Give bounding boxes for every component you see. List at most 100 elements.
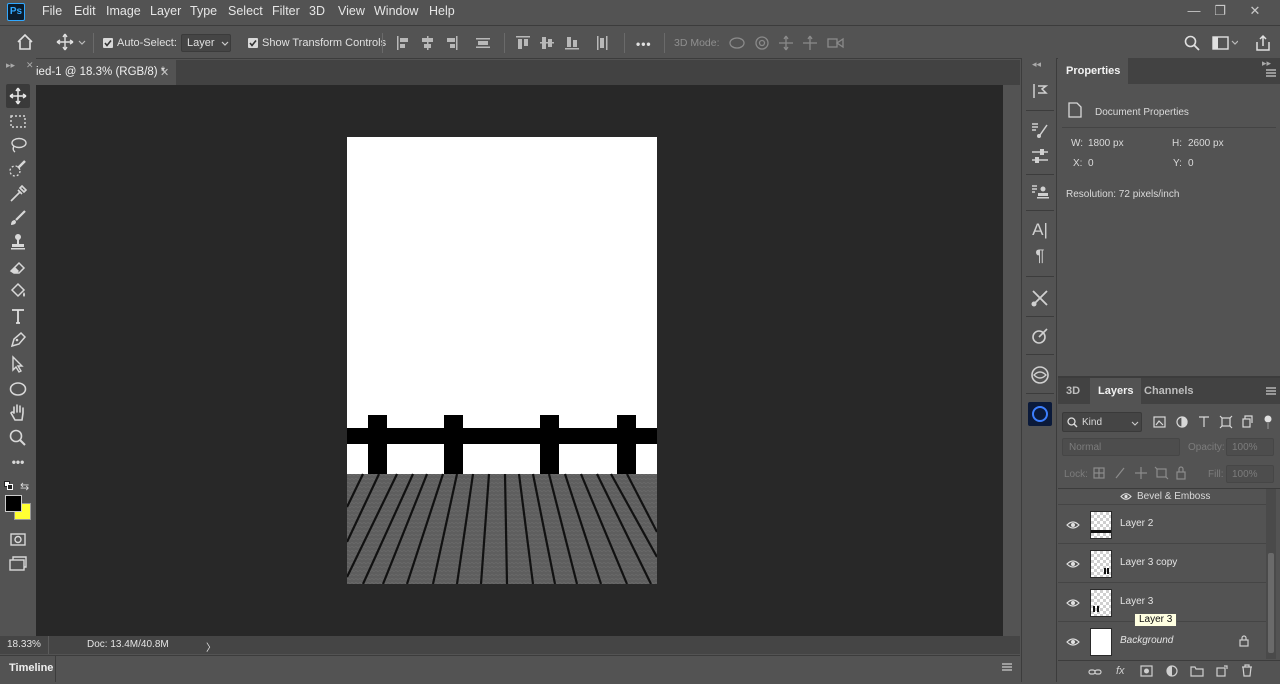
auto-select-checkbox[interactable] — [103, 38, 113, 48]
restore-icon[interactable]: ❐ — [1208, 2, 1232, 20]
zoom-tool-icon[interactable] — [6, 426, 30, 450]
eye-icon[interactable] — [1066, 557, 1080, 571]
tab-channels[interactable]: Channels — [1136, 378, 1202, 404]
document-tab[interactable]: ied-1 @ 18.3% (RGB/8) * ✕ — [36, 60, 176, 85]
canvas-area[interactable] — [36, 85, 1003, 636]
tool-presets-icon[interactable] — [1028, 286, 1052, 310]
paragraph-icon[interactable]: ¶ — [1028, 246, 1052, 270]
fill-field[interactable]: 100% — [1226, 465, 1274, 483]
layer-row-layer-2[interactable]: Layer 2 — [1058, 506, 1266, 544]
brush-settings-icon[interactable] — [1028, 118, 1052, 142]
quick-select-tool-icon[interactable] — [6, 157, 30, 181]
menu-type[interactable]: Type — [190, 4, 217, 20]
properties-menu-icon[interactable] — [1266, 68, 1276, 78]
pen-tool-icon[interactable] — [6, 328, 30, 352]
menu-view[interactable]: View — [338, 4, 365, 20]
layer-style-icon[interactable]: fx — [1116, 665, 1125, 677]
ellipse-tool-icon[interactable] — [6, 377, 30, 401]
character-icon[interactable]: A| — [1028, 220, 1052, 244]
plugin-panel-icon[interactable] — [1028, 402, 1052, 426]
marquee-tool-icon[interactable] — [6, 109, 30, 133]
clone-source-icon[interactable] — [1028, 180, 1052, 204]
move-tool-icon[interactable] — [6, 84, 30, 108]
timeline-menu-icon[interactable] — [1002, 662, 1012, 672]
delete-layer-icon[interactable] — [1241, 664, 1253, 677]
layer-row-layer-3-copy[interactable]: Layer 3 copy — [1058, 545, 1266, 583]
blend-mode-dropdown[interactable]: Normal — [1062, 438, 1180, 456]
collapse-strip-icon[interactable]: ◂◂ — [1032, 59, 1041, 70]
auto-select-target-dropdown[interactable]: Layer — [181, 34, 231, 52]
tab-3d[interactable]: 3D — [1058, 378, 1088, 404]
menu-select[interactable]: Select — [228, 4, 263, 20]
document-canvas[interactable] — [347, 137, 657, 584]
eye-icon[interactable] — [1066, 518, 1080, 532]
minimize-icon[interactable]: — — [1182, 2, 1206, 20]
move-tool-preset-icon[interactable] — [56, 33, 86, 51]
menu-3d[interactable]: 3D — [309, 4, 325, 20]
more-options-button[interactable]: ••• — [636, 37, 652, 51]
status-menu-arrow[interactable]: 〉 — [206, 639, 216, 654]
new-layer-icon[interactable] — [1216, 665, 1228, 677]
history-icon[interactable] — [1028, 79, 1052, 103]
hand-tool-icon[interactable] — [6, 401, 30, 425]
foreground-color-swatch[interactable] — [5, 495, 22, 512]
type-tool-icon[interactable] — [6, 304, 30, 328]
menu-file[interactable]: File — [42, 4, 62, 20]
menu-window[interactable]: Window — [374, 4, 418, 20]
layers-menu-icon[interactable] — [1266, 386, 1276, 396]
screen-mode-icon[interactable] — [6, 552, 30, 576]
menu-help[interactable]: Help — [429, 4, 455, 20]
default-colors-icon[interactable] — [4, 481, 14, 491]
y-value[interactable]: 0 — [1188, 158, 1194, 169]
layers-list[interactable]: Bevel & Emboss Layer 2 Layer 3 copy Laye… — [1058, 489, 1266, 659]
eyedropper-tool-icon[interactable] — [6, 182, 30, 206]
properties-dial-icon[interactable] — [1028, 324, 1052, 348]
timeline-tab[interactable]: Timeline — [9, 662, 53, 674]
path-select-tool-icon[interactable] — [6, 352, 30, 376]
eye-icon[interactable] — [1066, 635, 1080, 649]
paint-bucket-tool-icon[interactable] — [6, 279, 30, 303]
brush-tool-icon[interactable] — [6, 206, 30, 230]
clone-stamp-tool-icon[interactable] — [6, 230, 30, 254]
show-transform-checkbox[interactable] — [248, 38, 258, 48]
search-icon[interactable] — [1184, 35, 1200, 51]
layer-row-background[interactable]: Background — [1058, 623, 1266, 659]
close-tools-icon[interactable]: ✕ — [26, 60, 34, 71]
eraser-tool-icon[interactable] — [6, 255, 30, 279]
libraries-icon[interactable] — [1028, 363, 1052, 387]
add-mask-icon[interactable] — [1140, 665, 1153, 677]
height-value[interactable]: 2600 px — [1188, 138, 1224, 149]
home-icon[interactable] — [16, 34, 34, 50]
new-group-icon[interactable] — [1190, 665, 1204, 677]
eye-icon[interactable] — [1066, 596, 1080, 610]
menu-filter[interactable]: Filter — [272, 4, 300, 20]
width-value[interactable]: 1800 px — [1088, 138, 1124, 149]
x-value[interactable]: 0 — [1088, 158, 1094, 169]
menu-image[interactable]: Image — [106, 4, 141, 20]
link-layers-icon[interactable] — [1088, 667, 1102, 677]
zoom-level[interactable]: 18.33% — [7, 639, 41, 650]
quick-mask-icon[interactable] — [6, 527, 30, 551]
eye-icon[interactable] — [1120, 492, 1132, 501]
close-window-icon[interactable]: ✕ — [1243, 2, 1267, 20]
vertical-scrollbar[interactable] — [1003, 85, 1020, 636]
lasso-tool-icon[interactable] — [6, 133, 30, 157]
lock-icons[interactable] — [1092, 466, 1188, 480]
adjustments-icon[interactable] — [1028, 144, 1052, 168]
close-tab-icon[interactable]: ✕ — [160, 66, 169, 79]
menu-layer[interactable]: Layer — [150, 4, 181, 20]
workspace-icon[interactable] — [1212, 35, 1238, 51]
collapse-tools-icon[interactable]: ▸▸ — [6, 60, 15, 71]
layer-filter-dropdown[interactable]: Kind — [1062, 412, 1142, 432]
opacity-field[interactable]: 100% — [1226, 438, 1274, 456]
adjustment-layer-icon[interactable] — [1166, 665, 1178, 677]
swap-colors-icon[interactable]: ⇆ — [20, 480, 29, 493]
layer-filter-icons[interactable] — [1152, 415, 1276, 429]
layers-scrollbar[interactable] — [1266, 489, 1276, 659]
more-tools-icon[interactable]: ••• — [6, 450, 30, 474]
share-icon[interactable] — [1254, 34, 1272, 52]
menu-edit[interactable]: Edit — [74, 4, 96, 20]
effect-row[interactable]: Bevel & Emboss — [1058, 489, 1266, 505]
tab-properties[interactable]: Properties — [1058, 58, 1129, 84]
tab-layers[interactable]: Layers — [1090, 378, 1142, 404]
